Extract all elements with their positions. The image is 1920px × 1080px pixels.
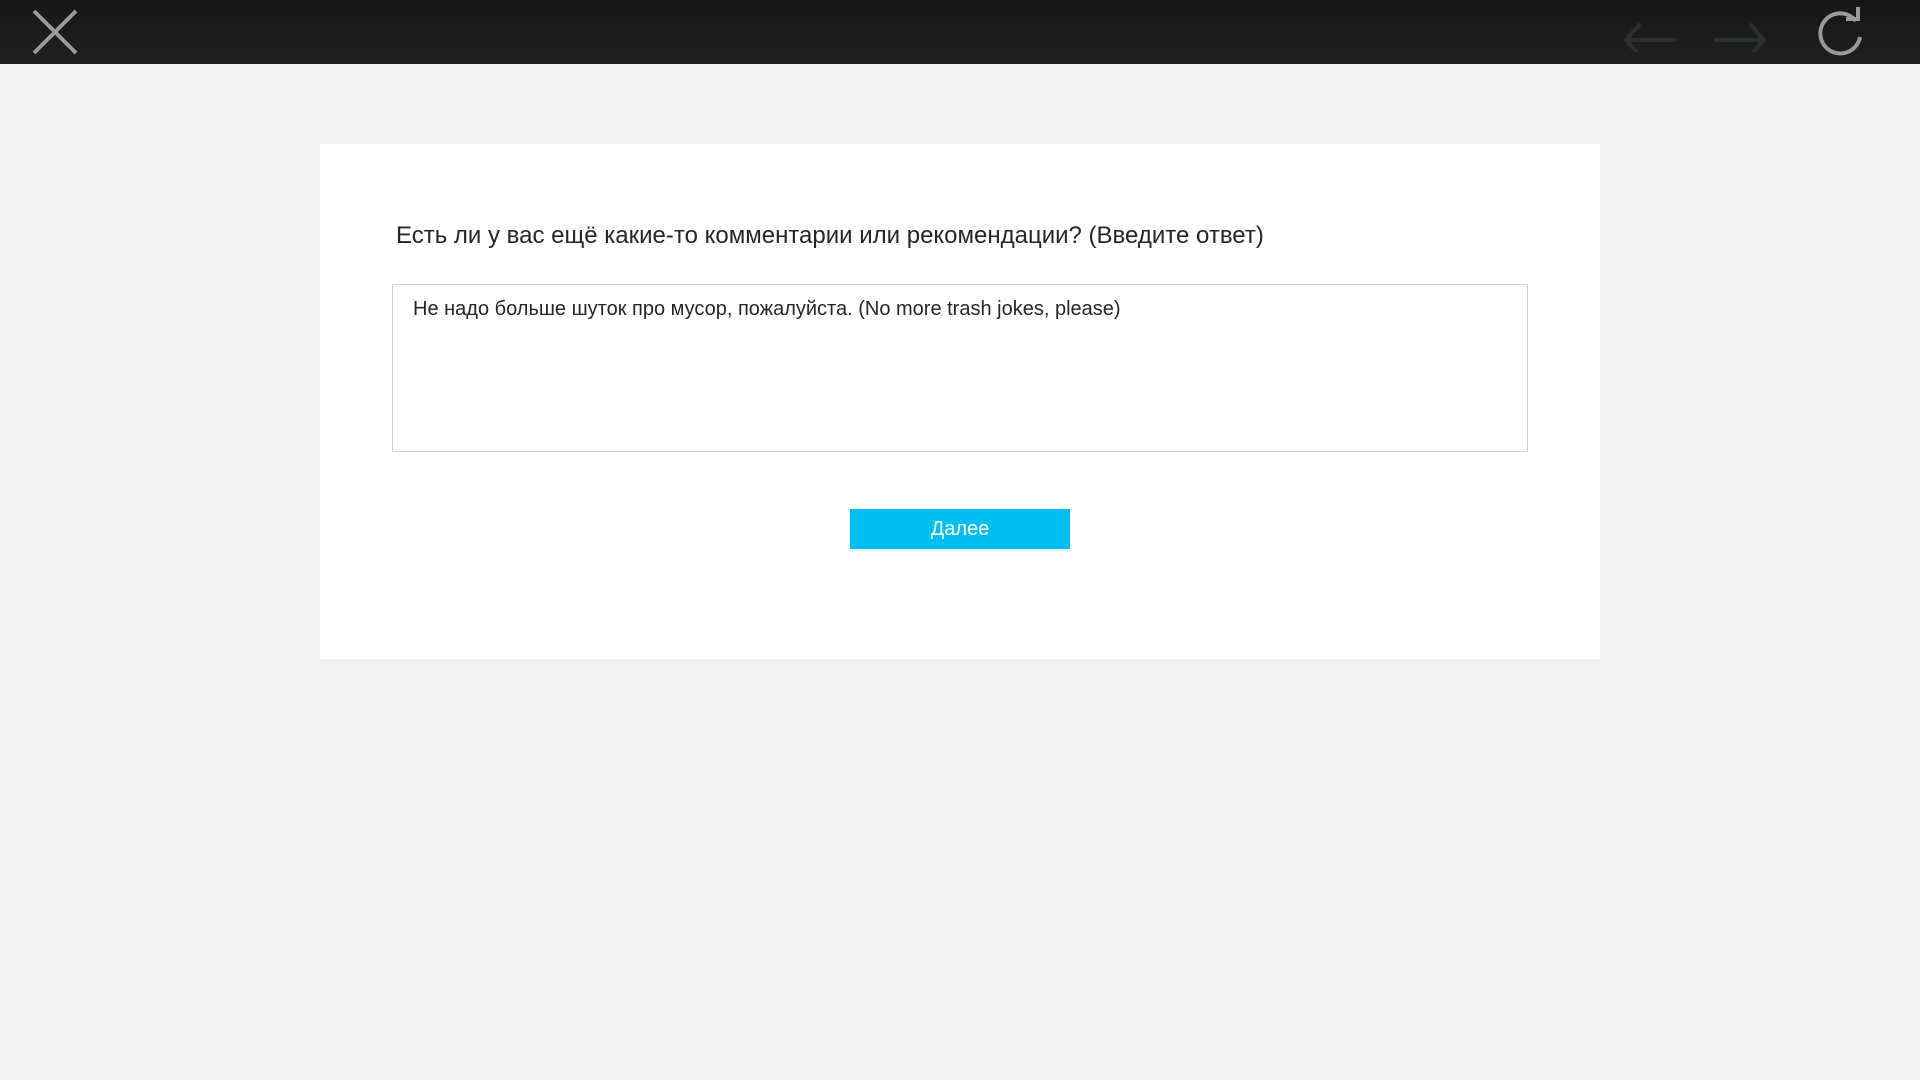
- answer-input[interactable]: [392, 284, 1528, 452]
- top-toolbar: [0, 0, 1920, 64]
- refresh-button[interactable]: [1808, 0, 1874, 64]
- next-button[interactable]: Далее: [850, 509, 1070, 549]
- close-icon: [32, 9, 78, 55]
- back-button[interactable]: [1612, 0, 1684, 64]
- arrow-right-icon: [1714, 22, 1767, 52]
- refresh-icon: [1818, 7, 1862, 56]
- question-text: Есть ли у вас ещё какие-то комментарии и…: [396, 222, 1264, 249]
- close-button[interactable]: [22, 0, 88, 64]
- forward-button[interactable]: [1706, 0, 1778, 64]
- survey-card: Есть ли у вас ещё какие-то комментарии и…: [320, 144, 1600, 659]
- arrow-left-icon: [1623, 22, 1676, 52]
